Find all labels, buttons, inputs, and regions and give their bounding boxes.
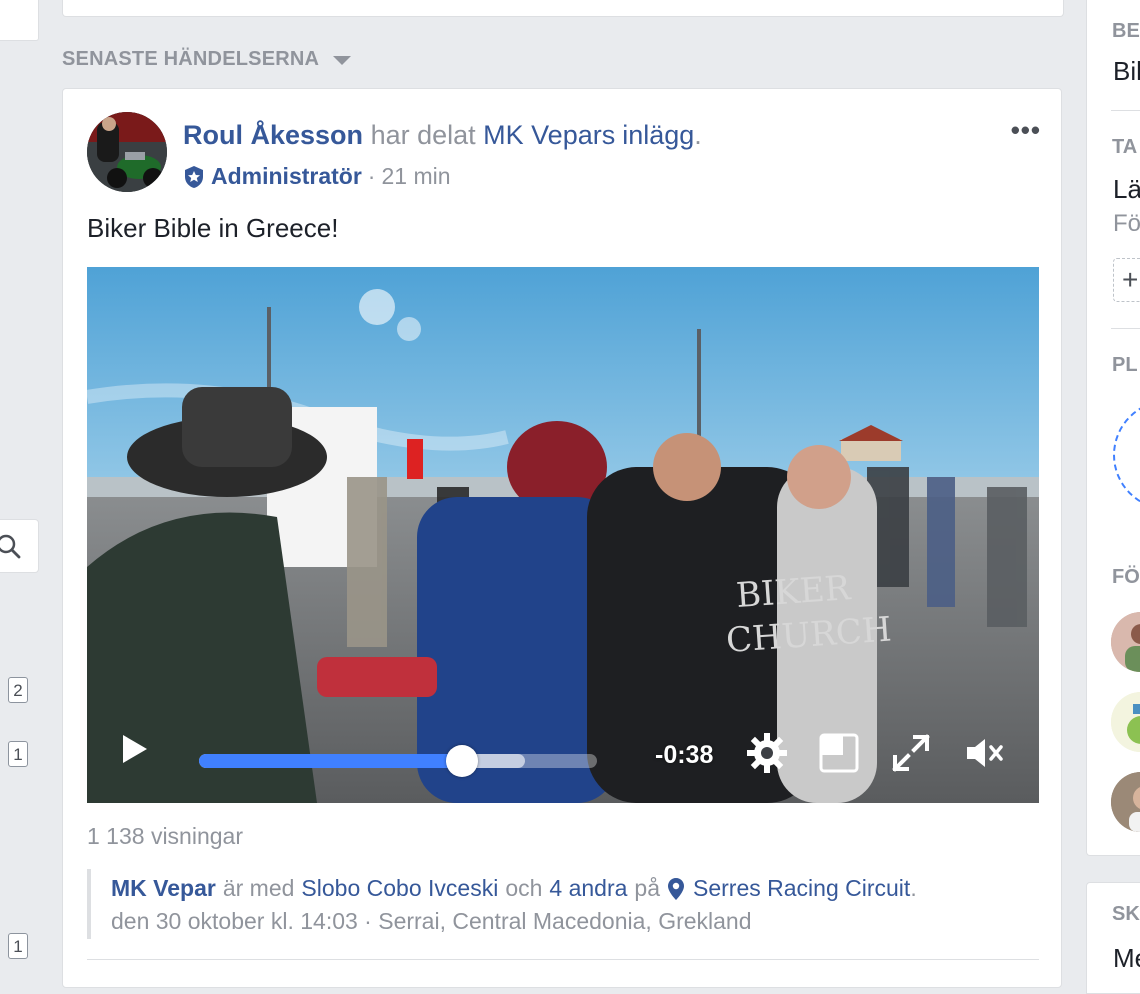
svg-text:BIKER: BIKER <box>735 568 853 616</box>
count-badge[interactable]: 1 <box>8 741 28 767</box>
tagged-person-link[interactable]: Slobo Cobo Ivceski <box>301 875 498 902</box>
right-rail-card-2: SK Me <box>1086 882 1140 994</box>
right-section-text[interactable]: Bik <box>1113 56 1140 87</box>
played-bar <box>199 754 462 768</box>
right-section-heading: TA <box>1112 136 1138 158</box>
previous-post-card <box>62 0 1064 17</box>
action-text: har delat <box>370 120 476 150</box>
right-section-text[interactable]: Me <box>1113 943 1140 974</box>
more-options-icon[interactable]: ••• <box>1011 115 1041 146</box>
count-badge[interactable]: 1 <box>8 933 28 959</box>
admin-badge-icon <box>185 165 203 188</box>
view-count[interactable]: 1 138 visningar <box>87 823 243 850</box>
post-message: Biker Bible in Greece! <box>87 213 339 243</box>
meta-separator: · <box>367 163 376 189</box>
author-name[interactable]: Roul Åkesson <box>183 120 363 150</box>
video-player[interactable]: BIKER CHURCH -0:38 <box>87 267 1039 803</box>
left-rail-card <box>0 0 39 41</box>
count-badge[interactable]: 2 <box>8 677 28 703</box>
right-divider <box>1111 328 1140 329</box>
checkin-and-text: och <box>505 875 543 901</box>
checkin-date-location: den 30 oktober kl. 14:03 · Serrai, Centr… <box>111 908 752 934</box>
author-avatar[interactable] <box>87 112 167 192</box>
shared-from-link[interactable]: MK Vepars <box>483 120 615 150</box>
avatar-image <box>1111 772 1140 832</box>
checkin-period: . <box>910 875 917 901</box>
video-controls: -0:38 <box>87 699 1039 803</box>
others-link[interactable]: 4 andra <box>549 875 627 902</box>
right-section-heading: SK <box>1112 903 1140 925</box>
picture-in-picture-icon[interactable] <box>819 733 859 773</box>
suggestion-avatar[interactable] <box>1111 612 1140 672</box>
suggestion-avatar[interactable] <box>1111 772 1140 832</box>
fullscreen-icon[interactable] <box>891 733 931 773</box>
remaining-time: -0:38 <box>655 741 714 769</box>
caret-down-icon <box>333 56 352 65</box>
left-rail: 2 1 1 <box>0 0 40 980</box>
checkin-summary: MK Vepar är med Slobo Cobo Ivceski och 4… <box>111 875 917 902</box>
right-section-heading: BES <box>1112 20 1140 42</box>
search-icon <box>0 534 21 559</box>
feed-sort-dropdown[interactable]: SENASTE HÄNDELSERNA <box>62 48 352 71</box>
right-divider <box>1111 110 1140 111</box>
post-timestamp[interactable]: 21 min <box>381 163 450 190</box>
checkin-with-text: är med <box>222 875 295 901</box>
add-button[interactable]: + <box>1113 258 1140 302</box>
progress-ring <box>1113 400 1140 510</box>
avatar-image <box>87 112 167 192</box>
feed-post: Roul Åkesson har delat MK Vepars inlägg. … <box>62 88 1062 988</box>
right-section-heading: FÖ <box>1112 566 1140 588</box>
video-progress-bar[interactable] <box>199 745 597 777</box>
right-section-muted: Fö <box>1113 210 1140 237</box>
muted-speaker-icon[interactable] <box>965 735 1005 771</box>
scrubber-handle[interactable] <box>445 745 478 777</box>
right-rail-card: BES Bik TA Lä Fö + PL FÖ <box>1086 0 1140 856</box>
shared-object-link[interactable]: inlägg <box>622 120 694 150</box>
avatar-image <box>1111 612 1140 672</box>
post-meta: Administratör · 21 min <box>183 163 451 190</box>
header-period: . <box>694 120 702 150</box>
location-pin-icon <box>668 877 685 900</box>
search-button[interactable] <box>0 519 39 573</box>
checkin-at-text: på <box>634 875 661 901</box>
play-icon[interactable] <box>121 733 149 765</box>
checkin-page-link[interactable]: MK Vepar <box>111 875 216 902</box>
right-section-text[interactable]: Lä <box>1113 174 1140 205</box>
admin-label[interactable]: Administratör <box>211 163 362 190</box>
feed-section-title: SENASTE HÄNDELSERNA <box>62 48 320 70</box>
post-header: Roul Åkesson har delat MK Vepars inlägg. <box>183 120 702 151</box>
checkin-block: MK Vepar är med Slobo Cobo Ivceski och 4… <box>87 869 1039 939</box>
suggestion-avatar[interactable] <box>1111 692 1140 752</box>
post-divider <box>87 959 1039 960</box>
settings-gear-icon[interactable] <box>745 731 789 775</box>
place-link[interactable]: Serres Racing Circuit <box>693 875 910 902</box>
right-section-heading: PL <box>1112 354 1138 376</box>
avatar-image <box>1111 692 1140 752</box>
